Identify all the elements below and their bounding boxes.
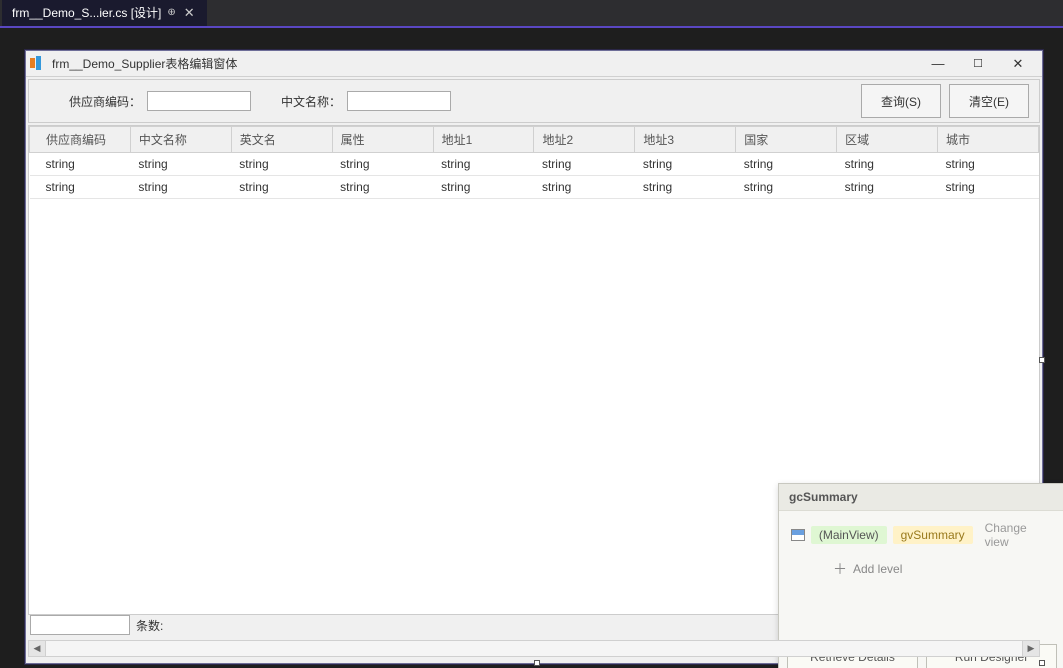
table-cell[interactable]: string — [332, 176, 433, 199]
view-row: (MainView) gvSummary Change view — [791, 521, 1053, 549]
column-header[interactable]: 供应商编码 — [30, 127, 131, 153]
table-cell[interactable]: string — [837, 176, 938, 199]
scroll-right-button[interactable]: ▶ — [1022, 641, 1039, 656]
table-cell[interactable]: string — [130, 176, 231, 199]
tasks-header: gcSummary — [779, 484, 1063, 511]
table-cell[interactable]: string — [231, 153, 332, 176]
table-cell[interactable]: string — [433, 153, 534, 176]
pin-icon[interactable]: ⊕ — [167, 7, 175, 18]
query-button[interactable]: 查询(S) — [861, 84, 941, 118]
gv-summary-link[interactable]: gvSummary — [893, 526, 973, 544]
table-row[interactable]: stringstringstringstringstringstringstri… — [30, 153, 1039, 176]
resize-handle-corner[interactable] — [1039, 660, 1045, 666]
column-header[interactable]: 属性 — [332, 127, 433, 153]
table-cell[interactable]: string — [736, 176, 837, 199]
maximize-button[interactable]: ☐ — [958, 52, 998, 76]
scroll-left-button[interactable]: ◀ — [29, 641, 46, 656]
table-cell[interactable]: string — [231, 176, 332, 199]
minimize-button[interactable]: — — [918, 52, 958, 76]
ide-root: frm__Demo_S...ier.cs [设计] ⊕ ✕ frm__Demo_… — [0, 0, 1063, 668]
table-cell[interactable]: string — [534, 153, 635, 176]
column-header[interactable]: 区域 — [837, 127, 938, 153]
chinese-name-label: 中文名称： — [281, 93, 341, 110]
column-header[interactable]: 地址3 — [635, 127, 736, 153]
count-input[interactable] — [30, 615, 130, 635]
tasks-body: (MainView) gvSummary Change view ＋ Add l… — [779, 511, 1063, 589]
table-cell[interactable]: string — [635, 153, 736, 176]
table-cell[interactable]: string — [938, 153, 1039, 176]
form-window[interactable]: frm__Demo_Supplier表格编辑窗体 — ☐ ✕ 供应商编码： 中文… — [25, 50, 1043, 664]
filter-panel: 供应商编码： 中文名称： 查询(S) 清空(E) — [28, 79, 1040, 123]
titlebar: frm__Demo_Supplier表格编辑窗体 — ☐ ✕ — [26, 51, 1042, 77]
table-cell[interactable]: string — [736, 153, 837, 176]
document-tab-strip: frm__Demo_S...ier.cs [设计] ⊕ ✕ — [0, 0, 1063, 28]
column-header[interactable]: 地址1 — [433, 127, 534, 153]
table-cell[interactable]: string — [130, 153, 231, 176]
table-cell[interactable]: string — [837, 153, 938, 176]
table-cell[interactable]: string — [938, 176, 1039, 199]
close-icon[interactable]: ✕ — [182, 5, 197, 21]
tab-title: frm__Demo_S...ier.cs [设计] — [12, 4, 161, 21]
add-level-link[interactable]: ＋ Add level — [833, 559, 1053, 579]
supplier-code-label: 供应商编码： — [69, 93, 141, 110]
column-header[interactable]: 中文名称 — [130, 127, 231, 153]
close-button[interactable]: ✕ — [998, 52, 1038, 76]
plus-icon: ＋ — [833, 559, 847, 579]
change-view-link[interactable]: Change view — [985, 521, 1053, 549]
clear-button[interactable]: 清空(E) — [949, 84, 1029, 118]
column-header[interactable]: 城市 — [938, 127, 1039, 153]
table-cell[interactable]: string — [30, 176, 131, 199]
supplier-code-input[interactable] — [147, 91, 251, 111]
footer-bar: 条数: — [28, 614, 1040, 636]
table-cell[interactable]: string — [534, 176, 635, 199]
column-header[interactable]: 地址2 — [534, 127, 635, 153]
document-tab[interactable]: frm__Demo_S...ier.cs [设计] ⊕ ✕ — [2, 0, 207, 26]
column-header[interactable]: 国家 — [736, 127, 837, 153]
data-grid: 供应商编码中文名称英文名属性地址1地址2地址3国家区域城市 stringstri… — [29, 126, 1039, 199]
grid-icon — [791, 529, 805, 541]
add-level-label: Add level — [853, 562, 902, 576]
window-title: frm__Demo_Supplier表格编辑窗体 — [52, 55, 918, 72]
column-header[interactable]: 英文名 — [231, 127, 332, 153]
scroll-track[interactable] — [46, 641, 1022, 656]
table-cell[interactable]: string — [332, 153, 433, 176]
resize-handle-bottom[interactable] — [534, 660, 540, 666]
table-cell[interactable]: string — [635, 176, 736, 199]
main-view-link[interactable]: (MainView) — [811, 526, 887, 544]
chinese-name-input[interactable] — [347, 91, 451, 111]
horizontal-scrollbar[interactable]: ◀ ▶ — [28, 640, 1040, 657]
app-icon — [30, 56, 46, 72]
table-cell[interactable]: string — [433, 176, 534, 199]
resize-handle-right[interactable] — [1039, 357, 1045, 363]
window-controls: — ☐ ✕ — [918, 52, 1038, 76]
grid-header-row: 供应商编码中文名称英文名属性地址1地址2地址3国家区域城市 — [30, 127, 1039, 153]
table-cell[interactable]: string — [30, 153, 131, 176]
count-label: 条数: — [136, 617, 163, 634]
table-row[interactable]: stringstringstringstringstringstringstri… — [30, 176, 1039, 199]
design-surface: frm__Demo_Supplier表格编辑窗体 — ☐ ✕ 供应商编码： 中文… — [0, 30, 1063, 668]
